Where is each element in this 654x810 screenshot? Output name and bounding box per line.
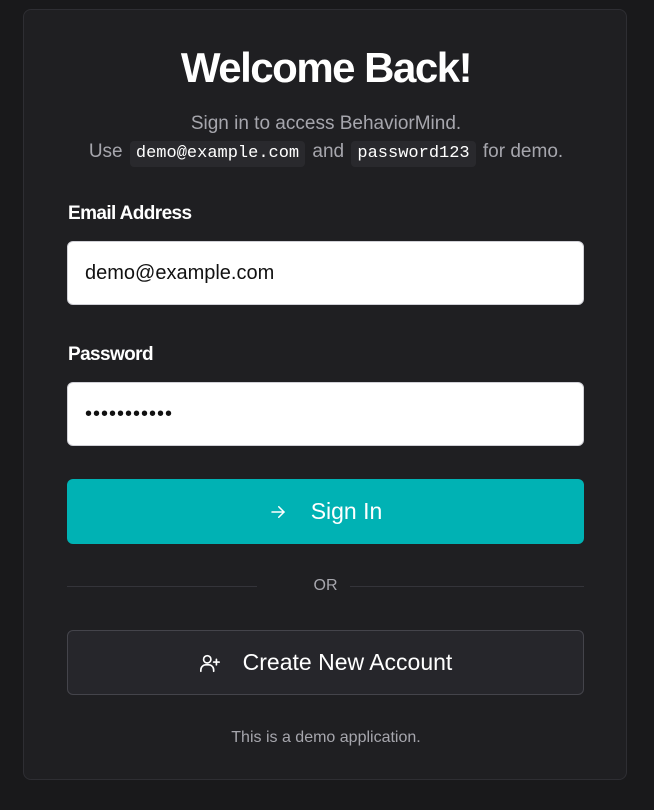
password-field[interactable] [67, 382, 584, 446]
arrow-right-icon [269, 503, 287, 521]
password-label: Password [68, 344, 154, 365]
subtitle: Sign in to access BehaviorMind. [190, 113, 462, 134]
hint-suffix: for demo. [482, 141, 564, 162]
demo-email-code: demo@example.com [129, 141, 306, 167]
page-title: Welcome Back! [180, 44, 473, 91]
email-field[interactable] [67, 241, 584, 305]
hint-and: and [312, 141, 345, 162]
demo-footer-note: This is a demo application. [231, 729, 421, 746]
sign-in-button[interactable]: Sign In [67, 479, 584, 544]
hint-prefix: Use [88, 141, 123, 162]
demo-password-code: password123 [351, 141, 476, 167]
login-card: Welcome Back! Sign in to access Behavior… [23, 9, 627, 780]
or-divider: OR [67, 576, 584, 596]
create-account-button[interactable]: Create New Account [67, 630, 584, 695]
create-account-label: Create New Account [242, 649, 453, 675]
email-label: Email Address [68, 203, 192, 224]
divider-line-right [350, 586, 584, 587]
sign-in-label: Sign In [310, 498, 383, 524]
demo-credentials-hint: Use demo@example.com and password123 for… [24, 138, 628, 167]
user-plus-icon [199, 652, 221, 674]
